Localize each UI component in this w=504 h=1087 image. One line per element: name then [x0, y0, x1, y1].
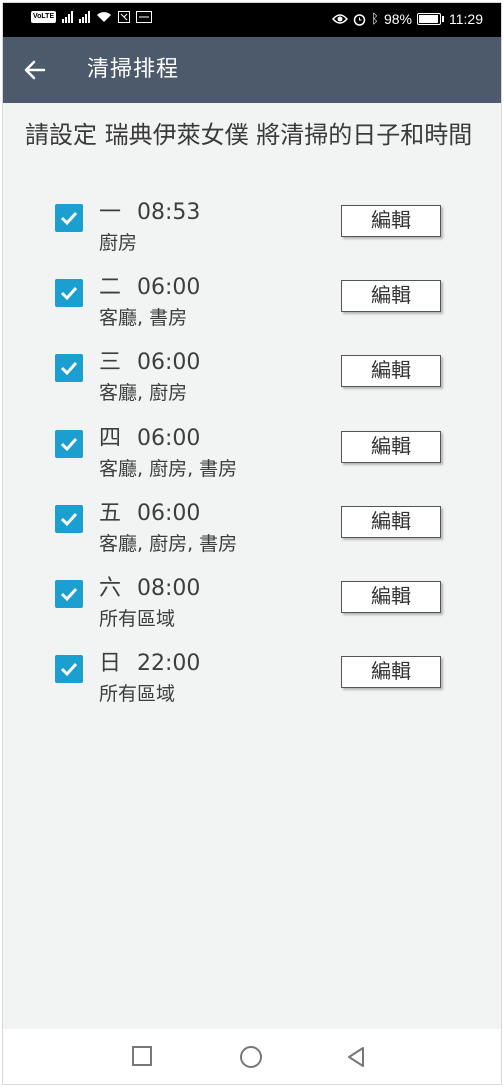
checkmark-icon	[60, 512, 78, 527]
rooms-label: 廚房	[99, 232, 138, 254]
time-label: 06:00	[137, 426, 201, 451]
day-label: 三	[99, 350, 122, 375]
battery-icon	[417, 13, 444, 25]
nfc-icon	[118, 11, 131, 23]
edit-button[interactable]: 編輯	[341, 656, 441, 688]
time-label: 08:00	[137, 576, 201, 601]
volte-badge: VoLTE	[31, 11, 57, 23]
checkmark-icon	[60, 211, 78, 226]
triangle-back-icon	[348, 1047, 364, 1067]
alarm-icon	[353, 13, 366, 26]
day-label: 一	[99, 200, 122, 225]
schedule-row-thu: 四 06:00 客廳, 廚房, 書房 編輯	[3, 425, 501, 497]
signal-icon	[62, 11, 74, 23]
rooms-label: 客廳, 廚房, 書房	[99, 533, 238, 555]
checkmark-icon	[60, 286, 78, 301]
sim-icon	[136, 11, 153, 23]
day-label: 二	[99, 275, 122, 300]
bluetooth-icon: ᛒ	[371, 11, 379, 26]
recents-button[interactable]	[131, 1045, 155, 1069]
back-button[interactable]	[19, 54, 51, 86]
checkmark-icon	[60, 361, 78, 376]
time-label: 08:53	[137, 200, 201, 225]
rooms-label: 客廳, 廚房, 書房	[99, 458, 238, 480]
signal-icon	[79, 11, 91, 23]
wifi-icon	[97, 12, 112, 22]
edit-button[interactable]: 編輯	[341, 205, 441, 237]
day-label: 五	[99, 501, 122, 526]
day-checkbox[interactable]	[55, 354, 83, 382]
page-title: 清掃排程	[87, 57, 180, 82]
day-label: 四	[99, 426, 122, 451]
edit-button[interactable]: 編輯	[341, 581, 441, 613]
time-label: 06:00	[137, 350, 201, 375]
schedule-row-sun: 日 22:00 所有區域 編輯	[3, 650, 501, 722]
time-label: 06:00	[137, 275, 201, 300]
checkmark-icon	[60, 437, 78, 452]
time-label: 22:00	[137, 651, 201, 676]
home-button[interactable]	[239, 1045, 263, 1069]
rooms-label: 客廳, 書房	[99, 307, 188, 329]
clock: 11:29	[449, 11, 483, 27]
day-label: 六	[99, 576, 122, 601]
instruction-text: 請設定 瑞典伊萊女僕 將清掃的日子和時間	[25, 121, 473, 149]
navigation-bar	[3, 1029, 501, 1084]
circle-icon	[240, 1046, 262, 1068]
edit-button[interactable]: 編輯	[341, 280, 441, 312]
rooms-label: 所有區域	[99, 608, 176, 630]
day-checkbox[interactable]	[55, 279, 83, 307]
day-checkbox[interactable]	[55, 505, 83, 533]
edit-button[interactable]: 編輯	[341, 431, 441, 463]
time-label: 06:00	[137, 501, 201, 526]
status-bar: VoLTE ᛒ 98% 11:29	[3, 3, 501, 37]
app-bar: 清掃排程	[3, 37, 501, 103]
eye-icon	[332, 14, 349, 24]
checkmark-icon	[60, 587, 78, 602]
day-label: 日	[99, 651, 122, 676]
edit-button[interactable]: 編輯	[341, 355, 441, 387]
day-checkbox[interactable]	[55, 430, 83, 458]
square-icon	[132, 1046, 152, 1066]
day-checkbox[interactable]	[55, 655, 83, 683]
day-checkbox[interactable]	[55, 580, 83, 608]
schedule-row-fri: 五 06:00 客廳, 廚房, 書房 編輯	[3, 500, 501, 572]
checkmark-icon	[60, 662, 78, 677]
schedule-row-sat: 六 08:00 所有區域 編輯	[3, 575, 501, 647]
schedule-row-tue: 二 06:00 客廳, 書房 編輯	[3, 274, 501, 346]
battery-percent: 98%	[383, 11, 412, 27]
day-checkbox[interactable]	[55, 204, 83, 232]
schedule-row-wed: 三 06:00 客廳, 廚房 編輯	[3, 349, 501, 421]
edit-button[interactable]: 編輯	[341, 506, 441, 538]
rooms-label: 所有區域	[99, 683, 176, 705]
schedule-row-mon: 一 08:53 廚房 編輯	[3, 199, 501, 271]
arrow-left-icon	[24, 60, 46, 80]
back-nav-button[interactable]	[345, 1045, 369, 1069]
rooms-label: 客廳, 廚房	[99, 382, 188, 404]
screen: VoLTE ᛒ 98% 11:29 清掃排程 請設定 瑞典伊萊女僕 將清掃的日子…	[2, 2, 502, 1085]
